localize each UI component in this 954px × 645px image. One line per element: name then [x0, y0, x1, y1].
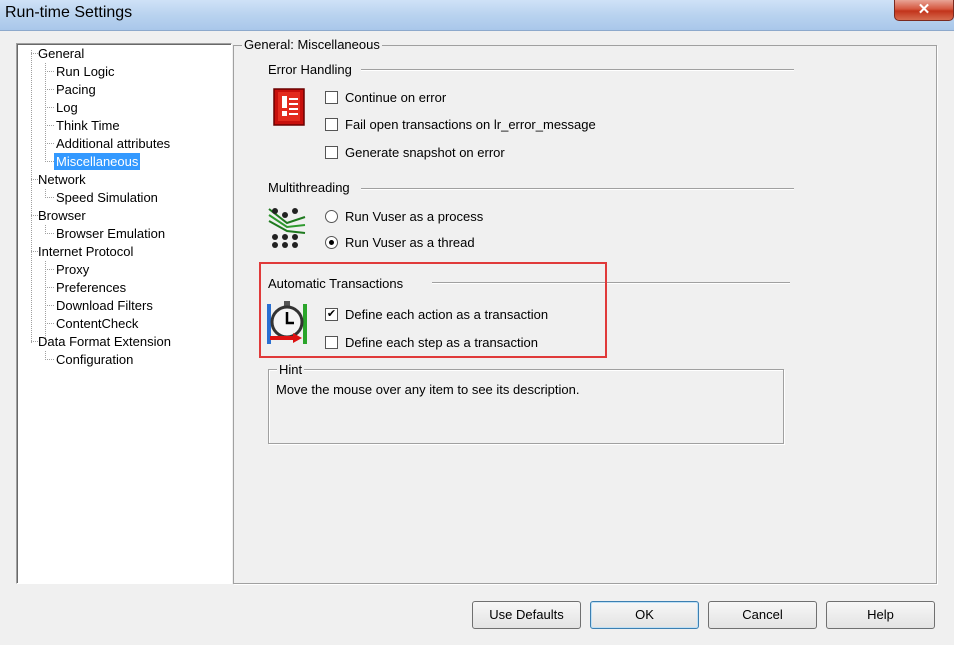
tree-connector: [45, 287, 54, 288]
continue-on-error-label[interactable]: Continue on error: [345, 90, 446, 105]
tree-item-pacing[interactable]: Pacing: [56, 81, 96, 98]
tree-connector: [31, 53, 38, 54]
threads-icon: [267, 205, 307, 252]
tree-item-data-format-extension[interactable]: Data Format Extension: [38, 333, 171, 350]
generate-snapshot-checkbox[interactable]: [325, 146, 338, 159]
continue-on-error-checkbox[interactable]: [325, 91, 338, 104]
tree-item-miscellaneous[interactable]: Miscellaneous: [54, 153, 141, 170]
ok-button[interactable]: OK: [590, 601, 699, 629]
tree-item-think-time[interactable]: Think Time: [56, 117, 120, 134]
tree-item-speed-simulation[interactable]: Speed Simulation: [56, 189, 158, 206]
tree-connector: [31, 215, 38, 216]
tree-item-proxy[interactable]: Proxy: [56, 261, 89, 278]
tree-connector: [45, 197, 54, 198]
tree-connector: [31, 179, 38, 180]
tree-connector: [45, 233, 54, 234]
tree-connector: [45, 269, 54, 270]
settings-tree[interactable]: General Run Logic Pacing Log Think Time …: [16, 43, 232, 584]
radio-selected-dot: [329, 240, 334, 245]
tree-item-network[interactable]: Network: [38, 171, 86, 188]
tree-item-additional-attributes[interactable]: Additional attributes: [56, 135, 170, 152]
hint-title: Hint: [277, 362, 305, 377]
title-bar: Run-time Settings ✕: [0, 0, 954, 31]
tree-item-browser[interactable]: Browser: [38, 207, 86, 224]
tree-connector: [45, 359, 54, 360]
hint-box: [268, 369, 784, 444]
tree-item-internet-protocol[interactable]: Internet Protocol: [38, 243, 133, 260]
tree-item-run-logic[interactable]: Run Logic: [56, 63, 115, 80]
fail-open-transactions-checkbox[interactable]: [325, 118, 338, 131]
multithreading-title: Multithreading: [268, 180, 350, 195]
tree-connector: [45, 161, 54, 162]
cancel-button[interactable]: Cancel: [708, 601, 817, 629]
tree-connector: [45, 71, 54, 72]
error-handling-divider: [361, 69, 794, 71]
tree-item-preferences[interactable]: Preferences: [56, 279, 126, 296]
error-icon: [273, 88, 305, 129]
tree-connector: [45, 125, 54, 126]
run-as-process-label[interactable]: Run Vuser as a process: [345, 209, 483, 224]
generate-snapshot-label[interactable]: Generate snapshot on error: [345, 145, 505, 160]
tree-item-download-filters[interactable]: Download Filters: [56, 297, 153, 314]
hint-text: Move the mouse over any item to see its …: [276, 382, 580, 397]
close-button[interactable]: ✕: [894, 0, 954, 21]
tree-connector: [31, 251, 38, 252]
tree-item-general[interactable]: General: [38, 45, 84, 62]
tree-item-configuration[interactable]: Configuration: [56, 351, 133, 368]
error-handling-title: Error Handling: [268, 62, 352, 77]
tree-branch-line-internet: [45, 261, 46, 342]
tree-connector: [45, 107, 54, 108]
tree-connector: [31, 341, 38, 342]
fail-open-transactions-label[interactable]: Fail open transactions on lr_error_messa…: [345, 117, 596, 132]
tree-item-log[interactable]: Log: [56, 99, 78, 116]
window-title: Run-time Settings: [5, 4, 133, 21]
tree-item-contentcheck[interactable]: ContentCheck: [56, 315, 138, 332]
tree-item-browser-emulation[interactable]: Browser Emulation: [56, 225, 165, 242]
run-as-thread-radio[interactable]: [325, 236, 338, 249]
highlight-annotation-box: [259, 262, 607, 358]
tree-connector: [45, 143, 54, 144]
help-button[interactable]: Help: [826, 601, 935, 629]
run-as-process-radio[interactable]: [325, 210, 338, 223]
multithreading-divider: [361, 188, 794, 190]
tree-connector: [45, 89, 54, 90]
tree-branch-line-general: [45, 63, 46, 162]
tree-root-line: [31, 50, 32, 343]
tree-connector: [45, 305, 54, 306]
run-as-thread-label[interactable]: Run Vuser as a thread: [345, 235, 475, 250]
use-defaults-button[interactable]: Use Defaults: [472, 601, 581, 629]
panel-title: General: Miscellaneous: [242, 37, 382, 52]
tree-connector: [45, 323, 54, 324]
